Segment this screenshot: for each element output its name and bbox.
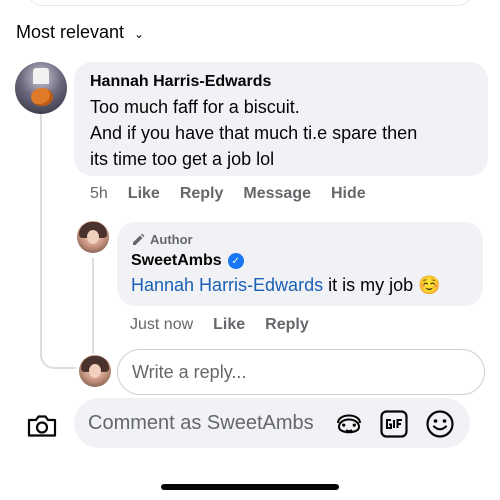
pencil-icon <box>133 233 145 245</box>
previous-comment-card-edge <box>28 0 472 6</box>
thread-connector <box>40 345 76 369</box>
hide-button[interactable]: Hide <box>331 185 366 203</box>
comment-line: Too much faff for a biscuit. <box>90 97 300 117</box>
reply-input[interactable]: Write a reply... <box>117 349 485 395</box>
reply-author-row: SweetAmbs ✓ <box>131 251 469 271</box>
like-button[interactable]: Like <box>128 185 160 203</box>
emoji-icon[interactable] <box>425 409 455 439</box>
message-button[interactable]: Message <box>243 185 311 203</box>
comment-time: 5h <box>90 185 108 202</box>
avatar <box>79 355 111 387</box>
author-badge-label: Author <box>150 232 193 247</box>
mention-link[interactable]: Hannah Harris-Edwards <box>131 275 323 295</box>
reply-button[interactable]: Reply <box>265 316 309 334</box>
avatar[interactable] <box>15 62 67 114</box>
reply-text: Hannah Harris-Edwards it is my job ☺️ <box>131 273 469 297</box>
comment-text: Too much faff for a biscuit. And if you … <box>90 94 472 172</box>
reply-actions: Just now Like Reply <box>130 316 309 334</box>
comment-line: And if you have that much ti.e spare the… <box>90 123 418 143</box>
verified-badge-icon: ✓ <box>227 253 244 269</box>
sort-label: Most relevant <box>16 22 125 42</box>
author-badge: Author <box>131 232 469 247</box>
reply-placeholder: Write a reply... <box>132 361 247 382</box>
camera-icon[interactable] <box>26 414 58 438</box>
reply-time: Just now <box>130 316 194 333</box>
comment-bubble: Hannah Harris-Edwards Too much faff for … <box>74 62 488 176</box>
home-indicator[interactable] <box>161 484 339 490</box>
comment-actions: 5h Like Reply Message Hide <box>90 185 366 203</box>
comment-input[interactable]: Comment as SweetAmbs <box>74 398 470 448</box>
avatar[interactable] <box>77 221 109 253</box>
avatar-detail <box>31 88 53 106</box>
reply-button[interactable]: Reply <box>180 185 224 203</box>
reply-author[interactable]: SweetAmbs <box>131 251 222 271</box>
avatar-sticker-icon[interactable] <box>334 409 364 439</box>
avatar-detail <box>87 230 99 244</box>
like-button[interactable]: Like <box>213 316 245 334</box>
comment-line: its time too get a job lol <box>90 149 275 169</box>
reply-thread-line <box>92 258 94 354</box>
thread-line <box>40 112 42 358</box>
chevron-down-icon: ⌄ <box>134 26 145 41</box>
avatar-detail <box>33 68 49 84</box>
sort-dropdown[interactable]: Most relevant ⌄ <box>16 22 144 43</box>
comment-placeholder: Comment as SweetAmbs <box>88 411 314 434</box>
reply-bubble: Author SweetAmbs ✓ Hannah Harris-Edwards… <box>117 222 483 306</box>
comment-author[interactable]: Hannah Harris-Edwards <box>90 72 472 92</box>
avatar-detail <box>89 364 101 378</box>
gif-icon[interactable] <box>379 409 409 439</box>
reply-body: it is my job ☺️ <box>323 275 441 295</box>
